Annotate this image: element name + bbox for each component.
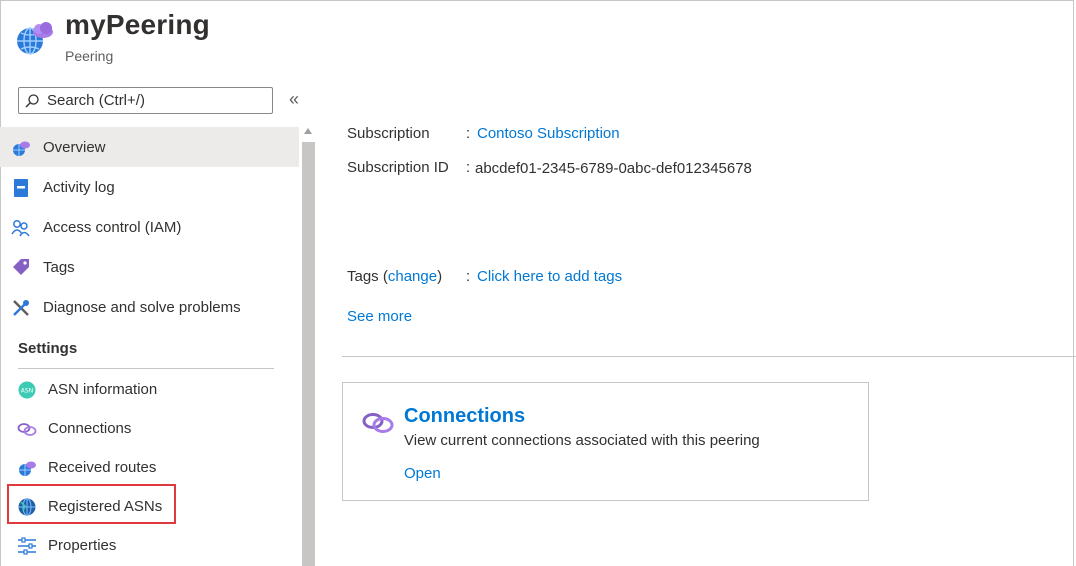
tags-label-prefix: Tags ( [347, 268, 388, 285]
search-input[interactable] [47, 90, 267, 111]
sidebar-item-tags[interactable]: Tags [0, 247, 299, 287]
sidebar-item-activity-log[interactable]: Activity log [0, 167, 299, 207]
sidebar-item-properties[interactable]: Properties [0, 525, 299, 565]
overview-cloud-icon [13, 141, 30, 156]
settings-nav: ASN ASN information Connections Received… [0, 369, 300, 566]
wrench-icon [13, 300, 29, 316]
sidebar-item-label: Overview [43, 138, 106, 156]
subscription-colon: : [466, 125, 471, 142]
sidebar-item-diagnose[interactable]: Diagnose and solve problems [0, 287, 299, 327]
search-box[interactable] [18, 87, 273, 114]
sidebar-item-label: ASN information [48, 380, 158, 398]
add-tags-link[interactable]: Click here to add tags [477, 268, 622, 285]
subscription-id-value: abcdef01-2345-6789-0abc-def012345678 [475, 160, 752, 177]
card-description: View current connections associated with… [404, 432, 760, 449]
svg-text:ASN: ASN [21, 388, 33, 395]
settings-section-header: Settings [18, 340, 78, 357]
peering-globe-icon [17, 22, 53, 55]
connections-link-icon [362, 413, 394, 433]
received-routes-icon [19, 461, 36, 476]
sidebar-item-connections[interactable]: Connections [0, 408, 299, 448]
page-title: myPeering [65, 9, 210, 40]
tags-change-link[interactable]: change [388, 268, 437, 285]
card-title[interactable]: Connections [404, 405, 525, 428]
open-connections-link[interactable]: Open [404, 465, 441, 482]
iam-people-icon [11, 220, 30, 237]
subscription-id-label: Subscription ID [347, 159, 449, 176]
sidebar-item-label: Tags [43, 258, 75, 276]
sidebar-item-label: Received routes [48, 458, 157, 476]
sidebar-item-access-control[interactable]: Access control (IAM) [0, 207, 299, 247]
essentials-divider [342, 356, 1076, 357]
see-more-link[interactable]: See more [347, 308, 412, 325]
activity-log-icon [14, 179, 28, 197]
subscription-id-colon: : [466, 159, 471, 176]
sidebar-item-label: Access control (IAM) [43, 218, 182, 236]
search-icon [25, 94, 39, 108]
collapse-menu-button[interactable]: « [289, 89, 299, 110]
tag-icon [13, 259, 29, 275]
sidebar-item-received-routes[interactable]: Received routes [0, 447, 299, 487]
connections-card: Connections View current connections ass… [342, 382, 869, 501]
sidebar-item-overview[interactable]: Overview [0, 127, 299, 167]
asn-icon: ASN [18, 381, 36, 399]
sidebar-item-label: Properties [48, 536, 117, 554]
subscription-link[interactable]: Contoso Subscription [477, 125, 620, 142]
tags-label-suffix: ) [437, 268, 443, 285]
properties-sliders-icon [18, 537, 36, 555]
sidebar-scrollbar-thumb[interactable] [302, 142, 315, 566]
sidebar-item-label: Diagnose and solve problems [43, 298, 241, 316]
page-subtitle: Peering [65, 48, 114, 64]
sidebar-item-asn-information[interactable]: ASN ASN information [0, 369, 299, 409]
registered-asns-highlight-box [7, 484, 176, 524]
sidebar-item-label: Activity log [43, 178, 115, 196]
scroll-up-arrow-icon[interactable] [304, 128, 312, 134]
sidebar-item-label: Connections [48, 419, 132, 437]
tags-colon: : [466, 268, 471, 285]
tags-label: Tags (change) [347, 268, 442, 285]
connections-link-icon [17, 423, 37, 436]
subscription-label: Subscription [347, 125, 430, 142]
